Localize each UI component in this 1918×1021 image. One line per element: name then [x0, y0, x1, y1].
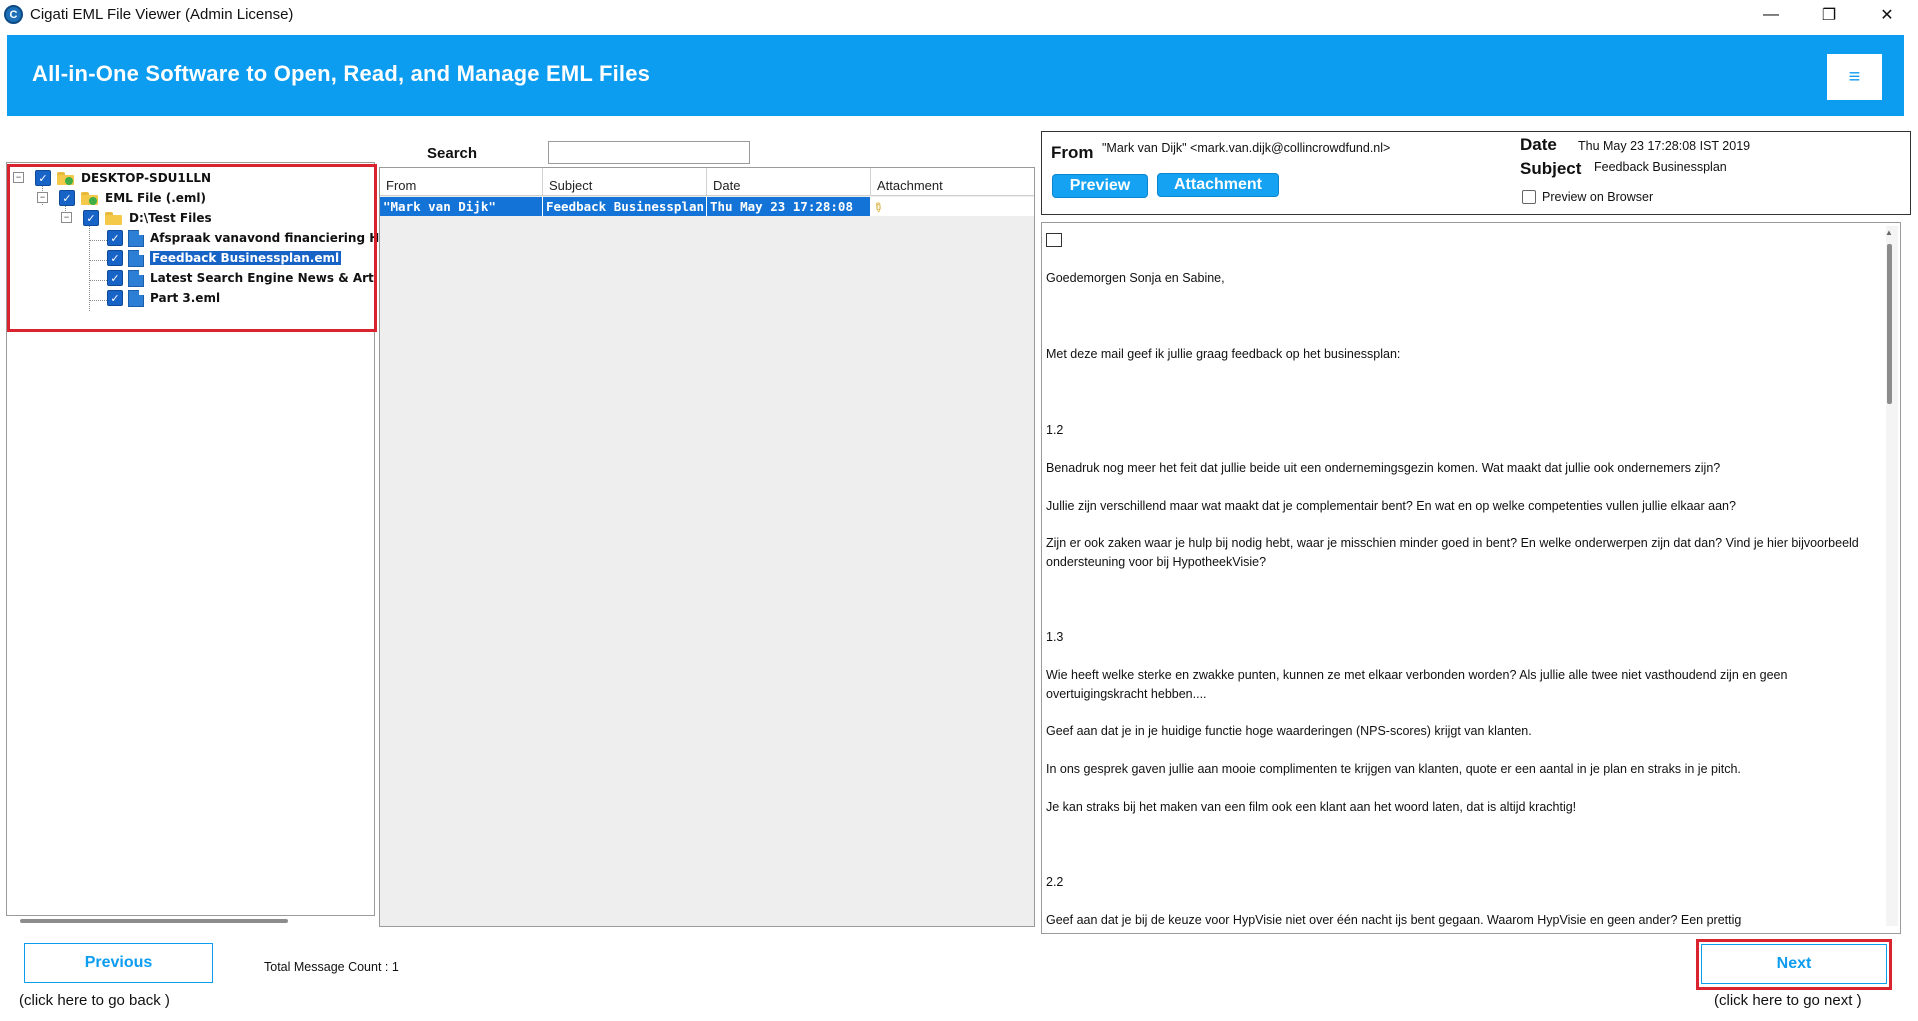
body-paragraph: Je kan straks bij het maken van een film…: [1046, 800, 1577, 814]
column-header-from[interactable]: From: [380, 168, 543, 196]
maximize-button[interactable]: ❐: [1806, 0, 1852, 29]
body-paragraph: Wie heeft welke sterke en zwakke punten,…: [1046, 668, 1788, 701]
body-paragraph: 1.2: [1046, 423, 1064, 437]
body-paragraph: 2.2: [1046, 875, 1064, 889]
paperclip-icon: ✎: [871, 197, 888, 216]
tree-horizontal-scrollbar[interactable]: [20, 919, 288, 923]
body-paragraph: Zijn er ook zaken waar je hulp bij nodig…: [1046, 536, 1859, 569]
body-paragraph: 1.3: [1046, 630, 1064, 644]
cell-attachment: ✎: [871, 197, 1034, 216]
cell-from: "Mark van Dijk": [380, 197, 543, 216]
title-bar: C Cigati EML File Viewer (Admin License)…: [0, 0, 1918, 29]
preview-browser-label: Preview on Browser: [1542, 190, 1654, 204]
cell-date: Thu May 23 17:28:08: [707, 197, 871, 216]
body-paragraph: Jullie zijn verschillend maar wat maakt …: [1046, 499, 1736, 513]
date-label: Date: [1520, 135, 1557, 154]
scrollbar-thumb[interactable]: [1887, 244, 1892, 404]
body-paragraph: Geef aan dat je in je huidige functie ho…: [1046, 724, 1532, 738]
total-message-count: Total Message Count : 1: [264, 960, 399, 974]
preview-browser-checkbox[interactable]: [1522, 190, 1536, 204]
message-grid: From Subject Date Attachment "Mark van D…: [379, 167, 1035, 927]
attachment-button[interactable]: Attachment: [1157, 173, 1279, 197]
from-value: "Mark van Dijk" <mark.van.dijk@collincro…: [1102, 141, 1391, 155]
column-header-attachment[interactable]: Attachment: [871, 168, 1034, 196]
date-value: Thu May 23 17:28:08 IST 2019: [1578, 139, 1751, 153]
column-header-subject[interactable]: Subject: [543, 168, 707, 196]
body-paragraph: Met deze mail geef ik jullie graag feedb…: [1046, 347, 1401, 361]
grid-header: From Subject Date Attachment: [380, 168, 1034, 196]
minimize-button[interactable]: —: [1748, 0, 1794, 29]
menu-icon: ≡: [1848, 65, 1861, 88]
tree-highlight-box: [7, 164, 377, 332]
search-label: Search: [427, 145, 478, 162]
message-body-panel: Goedemorgen Sonja en Sabine, Met deze ma…: [1041, 222, 1901, 934]
previous-button[interactable]: Previous: [24, 943, 213, 983]
hamburger-menu-button[interactable]: ≡: [1827, 54, 1882, 100]
body-paragraph: Benadruk nog meer het feit dat jullie be…: [1046, 461, 1721, 475]
body-paragraph: Geef aan dat je bij de keuze voor HypVis…: [1046, 913, 1742, 927]
table-row[interactable]: "Mark van Dijk" Feedback Businessplan Th…: [380, 197, 1034, 216]
cell-subject: Feedback Businessplan: [543, 197, 707, 216]
next-hint: (click here to go next ): [1714, 992, 1862, 1009]
app-logo-icon: C: [4, 5, 23, 24]
header-banner: All-in-One Software to Open, Read, and M…: [7, 35, 1904, 116]
from-label: From: [1051, 143, 1094, 162]
body-paragraph: In ons gesprek gaven jullie aan mooie co…: [1046, 762, 1741, 776]
previous-hint: (click here to go back ): [19, 992, 170, 1009]
next-highlight-box: [1696, 939, 1892, 990]
preview-button[interactable]: Preview: [1052, 174, 1148, 198]
subject-label: Subject: [1520, 159, 1582, 178]
close-button[interactable]: ✕: [1864, 0, 1910, 29]
placeholder-glyph-icon: [1046, 233, 1062, 247]
search-input[interactable]: [548, 141, 750, 164]
banner-title: All-in-One Software to Open, Read, and M…: [32, 61, 651, 86]
scroll-up-icon[interactable]: ▲: [1885, 228, 1893, 237]
body-paragraph: Goedemorgen Sonja en Sabine,: [1046, 271, 1225, 285]
subject-value: Feedback Businessplan: [1594, 160, 1727, 174]
window-title: Cigati EML File Viewer (Admin License): [30, 6, 294, 23]
column-header-date[interactable]: Date: [707, 168, 871, 196]
message-header-panel: From "Mark van Dijk" <mark.van.dijk@coll…: [1041, 131, 1911, 215]
